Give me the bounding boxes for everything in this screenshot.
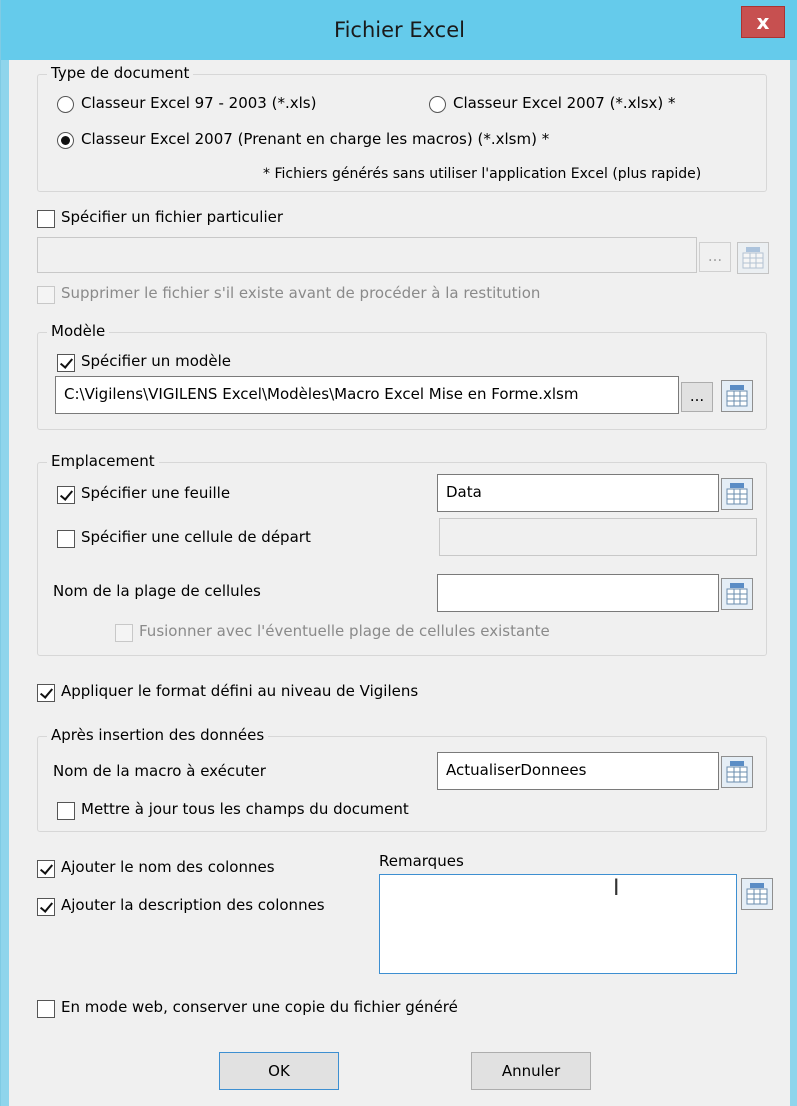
merge-range-checkbox[interactable] xyxy=(115,624,133,642)
add-column-names-label: Ajouter le nom des colonnes xyxy=(61,858,275,876)
emplacement-legend: Emplacement xyxy=(47,452,159,470)
specify-cell-checkbox[interactable] xyxy=(57,530,75,548)
delete-file-checkbox[interactable] xyxy=(37,286,55,304)
apres-insertion-legend: Après insertion des données xyxy=(47,726,269,744)
text-cursor-icon: I xyxy=(613,876,620,901)
radio-xls[interactable] xyxy=(57,96,74,113)
delete-file-label: Supprimer le fichier s'il existe avant d… xyxy=(61,284,541,302)
add-column-desc-checkbox[interactable] xyxy=(37,898,55,916)
web-copy-checkbox[interactable] xyxy=(37,1000,55,1018)
range-name-input[interactable] xyxy=(437,574,719,612)
start-cell-input[interactable] xyxy=(439,518,757,556)
apply-format-label: Appliquer le format défini au niveau de … xyxy=(61,682,419,700)
add-column-desc-label: Ajouter la description des colonnes xyxy=(61,896,325,914)
range-variable-icon[interactable] xyxy=(721,578,753,610)
macro-name-input[interactable]: ActualiserDonnees xyxy=(437,752,719,790)
ok-button[interactable]: OK xyxy=(219,1052,339,1090)
remarks-textarea[interactable] xyxy=(379,874,737,974)
template-path-input[interactable]: C:\Vigilens\VIGILENS Excel\Modèles\Macro… xyxy=(55,376,679,414)
radio-xlsm[interactable] xyxy=(57,132,74,149)
web-copy-label: En mode web, conserver une copie du fich… xyxy=(61,998,458,1016)
file-path-input[interactable] xyxy=(37,237,697,273)
template-variable-icon[interactable] xyxy=(721,380,753,412)
specify-template-label: Spécifier un modèle xyxy=(81,352,232,370)
specify-cell-label: Spécifier une cellule de départ xyxy=(81,528,311,546)
sheet-variable-icon[interactable] xyxy=(721,478,753,510)
range-name-label: Nom de la plage de cellules xyxy=(53,582,261,600)
apply-format-checkbox[interactable] xyxy=(37,684,55,702)
remarks-label: Remarques xyxy=(379,852,464,870)
cancel-button[interactable]: Annuler xyxy=(471,1052,591,1090)
update-fields-label: Mettre à jour tous les champs du documen… xyxy=(81,800,409,818)
specify-sheet-label: Spécifier une feuille xyxy=(81,484,231,502)
file-browse-button[interactable]: ... xyxy=(699,242,731,272)
macro-variable-icon[interactable] xyxy=(721,756,753,788)
add-column-names-checkbox[interactable] xyxy=(37,860,55,878)
macro-name-label: Nom de la macro à exécuter xyxy=(53,762,266,780)
window-border-right xyxy=(790,60,797,1106)
modele-legend: Modèle xyxy=(47,322,110,340)
update-fields-checkbox[interactable] xyxy=(57,802,75,820)
file-variable-icon[interactable] xyxy=(737,242,769,274)
template-browse-button[interactable]: ... xyxy=(681,382,713,412)
sheet-input[interactable]: Data xyxy=(437,474,719,512)
radio-xls-label: Classeur Excel 97 - 2003 (*.xls) xyxy=(81,94,317,112)
dialog-title: Fichier Excel xyxy=(334,18,465,42)
remarks-variable-icon[interactable] xyxy=(741,878,773,910)
specify-template-checkbox[interactable] xyxy=(57,354,75,372)
close-button[interactable]: x xyxy=(741,6,785,38)
fast-generation-note: * Fichiers générés sans utiliser l'appli… xyxy=(263,166,702,182)
radio-xlsx-label: Classeur Excel 2007 (*.xlsx) * xyxy=(453,94,676,112)
type-document-legend: Type de document xyxy=(47,64,194,82)
radio-xlsx[interactable] xyxy=(429,96,446,113)
specify-file-checkbox[interactable] xyxy=(37,210,55,228)
specify-file-label: Spécifier un fichier particulier xyxy=(61,208,284,226)
merge-range-label: Fusionner avec l'éventuelle plage de cel… xyxy=(139,622,550,640)
window-border-left xyxy=(1,60,9,1106)
radio-xlsm-label: Classeur Excel 2007 (Prenant en charge l… xyxy=(81,130,550,148)
specify-sheet-checkbox[interactable] xyxy=(57,486,75,504)
dialog-window: Fichier Excel x Type de document Classeu… xyxy=(0,0,797,1106)
